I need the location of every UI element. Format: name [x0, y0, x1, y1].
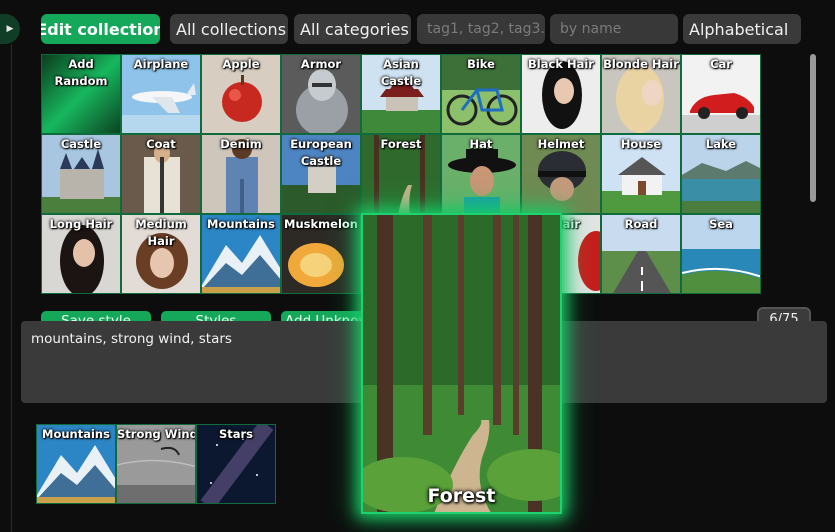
tile-label: Black Hair — [528, 57, 594, 71]
sidebar-toggle-button[interactable]: ▶ — [0, 14, 20, 44]
name-filter-input[interactable]: by name — [550, 14, 678, 44]
edit-collection-button[interactable]: Edit collection — [41, 14, 160, 44]
tile-apple[interactable]: Apple — [201, 54, 281, 134]
tag-label: Strong Wind — [117, 427, 196, 441]
tile-road[interactable]: Road — [601, 214, 681, 294]
categories-dropdown[interactable]: All categories — [294, 14, 411, 44]
tile-label: European Castle — [290, 137, 352, 168]
tile-label: Road — [624, 217, 658, 231]
preview-label: Forest — [427, 485, 496, 507]
tile-coat[interactable]: Coat — [121, 134, 201, 214]
tile-asian-castle[interactable]: Asian Castle — [361, 54, 441, 134]
tile-label: Add Random — [54, 57, 108, 88]
tile-label: Coat — [146, 137, 176, 151]
tile-label: Forest — [380, 137, 422, 151]
tile-label: Airplane — [133, 57, 189, 71]
tile-label: Asian Castle — [380, 57, 422, 88]
forest-preview-image — [363, 215, 560, 512]
triangle-right-icon: ▶ — [6, 23, 14, 34]
tile-black-hair[interactable]: Black Hair — [521, 54, 601, 134]
tag-label: Stars — [218, 427, 254, 441]
tile-label: House — [620, 137, 662, 151]
tile-airplane[interactable]: Airplane — [121, 54, 201, 134]
tile-label: Long Hair — [49, 217, 113, 231]
tile-label: Lake — [705, 137, 737, 151]
tile-label: Sea — [709, 217, 733, 231]
tile-label: Medium Hair — [135, 217, 187, 248]
add-random-tile[interactable]: Add Random — [41, 54, 121, 134]
tile-forest[interactable]: Forest — [361, 134, 441, 214]
tile-label: Castle — [60, 137, 102, 151]
sort-dropdown[interactable]: Alphabetical — [683, 14, 801, 44]
tile-preview-popup: Forest — [361, 213, 562, 514]
tile-house[interactable]: House — [601, 134, 681, 214]
tile-label: Hat — [469, 137, 493, 151]
tile-label: Bike — [467, 57, 495, 71]
selected-tag-mountains[interactable]: Mountains — [36, 424, 116, 504]
tile-label: Car — [710, 57, 732, 71]
tile-car[interactable]: Car — [681, 54, 761, 134]
selected-tags: Mountains Strong Wind Stars — [36, 424, 276, 504]
tile-label: Mountains — [207, 217, 275, 231]
tile-castle[interactable]: Castle — [41, 134, 121, 214]
tile-hat[interactable]: Hat — [441, 134, 521, 214]
prompt-text: mountains, strong wind, stars — [31, 331, 232, 347]
grid-scrollbar[interactable] — [810, 54, 816, 202]
tile-sea[interactable]: Sea — [681, 214, 761, 294]
selected-tag-stars[interactable]: Stars — [196, 424, 276, 504]
tile-lake[interactable]: Lake — [681, 134, 761, 214]
tile-label: Apple — [222, 57, 260, 71]
tile-medium-hair[interactable]: Medium Hair — [121, 214, 201, 294]
tile-blonde-hair[interactable]: Blonde Hair — [601, 54, 681, 134]
tags-filter-input[interactable]: tag1, tag2, tag3... — [417, 14, 545, 44]
tile-label: Muskmelon — [284, 217, 358, 231]
tile-label: Denim — [220, 137, 262, 151]
tile-bike[interactable]: Bike — [441, 54, 521, 134]
tag-label: Mountains — [42, 427, 110, 441]
tile-label: Armor — [300, 57, 342, 71]
selected-tag-strong-wind[interactable]: Strong Wind — [116, 424, 196, 504]
tile-long-hair[interactable]: Long Hair — [41, 214, 121, 294]
tile-label: Blonde Hair — [603, 57, 679, 71]
tile-european-castle[interactable]: European Castle — [281, 134, 361, 214]
tile-mountains[interactable]: Mountains — [201, 214, 281, 294]
tile-denim[interactable]: Denim — [201, 134, 281, 214]
tile-label: Helmet — [537, 137, 585, 151]
collections-dropdown[interactable]: All collections — [170, 14, 288, 44]
tile-muskmelon[interactable]: Muskmelon — [281, 214, 361, 294]
tile-armor[interactable]: Armor — [281, 54, 361, 134]
tile-helmet[interactable]: Helmet — [521, 134, 601, 214]
sidebar-divider — [11, 44, 12, 532]
